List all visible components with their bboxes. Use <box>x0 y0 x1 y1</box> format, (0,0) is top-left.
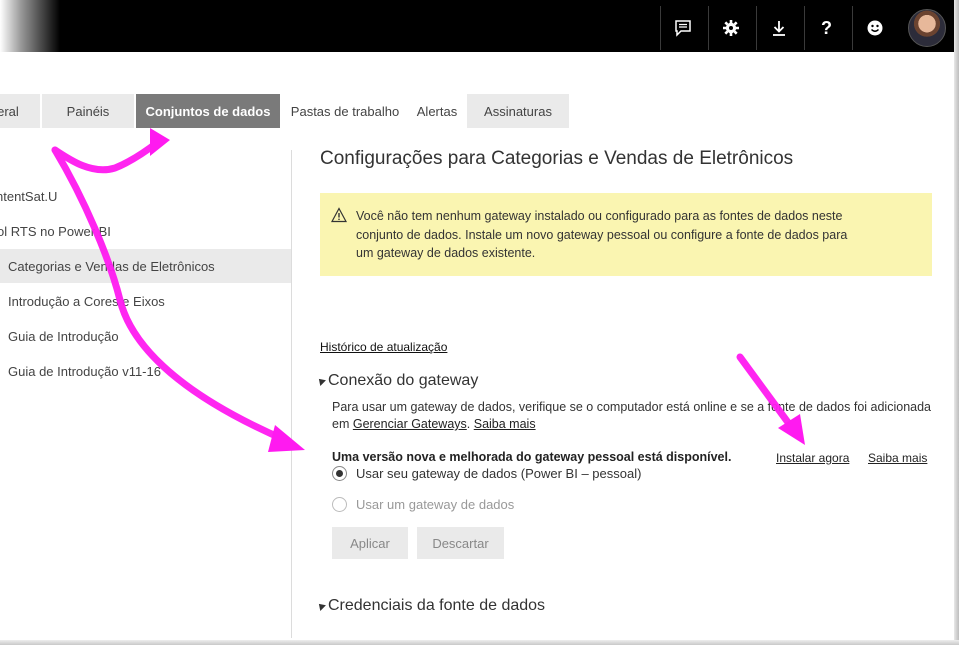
window-edge <box>954 0 959 645</box>
manage-gateways-link[interactable]: Gerenciar Gateways <box>353 417 467 431</box>
radio-label: Usar um gateway de dados <box>356 497 515 512</box>
gateway-connection-header[interactable]: Conexão do gateway <box>316 372 479 390</box>
sidebar-item-label: ntentSat.U <box>0 188 58 204</box>
discard-button[interactable]: Descartar <box>417 527 504 559</box>
divider <box>291 150 292 638</box>
radio-label: Usar seu gateway de dados (Power BI – pe… <box>356 466 642 481</box>
download-icon[interactable] <box>756 6 800 50</box>
sidebar-item-label: Guia de Introdução v11-16 <box>8 363 161 379</box>
sidebar-item-label: Guia de Introdução <box>8 328 119 344</box>
sidebar-item-rts[interactable]: ol RTS no Power BI <box>0 214 291 248</box>
description-line: em Gerenciar Gateways. Saiba mais <box>332 416 940 433</box>
warning-text: Você não tem nenhum gateway instalado ou… <box>356 207 916 263</box>
radio-checked-icon[interactable] <box>332 466 347 481</box>
arrowhead-icon <box>150 128 170 156</box>
collapse-triangle-icon <box>316 376 326 386</box>
sidebar-item-contentsat[interactable]: ntentSat.U <box>0 179 291 213</box>
sidebar-item-categorias-vendas[interactable]: Categorias e Vendas de Eletrônicos <box>0 249 291 283</box>
warning-line: Você não tem nenhum gateway instalado ou… <box>356 209 843 223</box>
tab-assinaturas[interactable]: Assinaturas <box>467 94 569 128</box>
arrowhead-icon <box>268 425 305 452</box>
gear-icon[interactable] <box>708 6 752 50</box>
collapse-triangle-icon <box>316 601 326 611</box>
top-bar: ? <box>0 0 954 52</box>
tab-label: Geral <box>0 103 19 119</box>
learn-more-link[interactable]: Saiba mais <box>474 417 536 431</box>
new-version-notice: Uma versão nova e melhorada do gateway p… <box>332 450 732 464</box>
avatar[interactable] <box>908 9 946 47</box>
description-prefix: em <box>332 417 353 431</box>
sidebar-item-guia-introducao[interactable]: Guia de Introdução <box>0 319 291 353</box>
radio-enterprise-gateway[interactable]: Usar um gateway de dados <box>332 497 514 512</box>
tab-paineis[interactable]: Painéis <box>42 94 134 128</box>
tab-conjuntos-de-dados[interactable]: Conjuntos de dados <box>136 94 280 128</box>
arrow-to-tab <box>51 138 162 174</box>
page-title: Configurações para Categorias e Vendas d… <box>320 148 794 169</box>
warning-icon <box>330 207 348 223</box>
credentials-header[interactable]: Credenciais da fonte de dados <box>316 597 546 615</box>
apply-button[interactable]: Aplicar <box>332 527 408 559</box>
sidebar-item-label: Categorias e Vendas de Eletrônicos <box>8 258 215 274</box>
radio-unchecked-icon[interactable] <box>332 497 347 512</box>
tab-geral[interactable]: Geral <box>0 94 40 128</box>
topbar-fade <box>0 0 60 52</box>
smiley-icon[interactable] <box>852 6 896 50</box>
description-line: Para usar um gateway de dados, verifique… <box>332 400 931 414</box>
tab-pastas-de-trabalho[interactable]: Pastas de trabalho <box>283 94 407 128</box>
sidebar-item-introducao-cores[interactable]: Introdução a Cores e Eixos <box>0 284 291 318</box>
install-now-link[interactable]: Instalar agora <box>776 451 849 465</box>
tab-alertas[interactable]: Alertas <box>409 94 465 128</box>
sidebar-item-label: ol RTS no Power BI <box>0 223 111 239</box>
radio-personal-gateway[interactable]: Usar seu gateway de dados (Power BI – pe… <box>332 466 641 481</box>
feedback-icon[interactable] <box>660 6 704 50</box>
help-icon[interactable]: ? <box>804 6 848 50</box>
section-title: Conexão do gateway <box>328 372 479 389</box>
window-edge <box>0 640 959 645</box>
warning-line: conjunto de dados. Instale um novo gatew… <box>356 227 848 242</box>
separator-text: . <box>466 417 474 431</box>
section-title: Credenciais da fonte de dados <box>328 597 546 614</box>
gateway-description: Para usar um gateway de dados, verifique… <box>332 399 940 433</box>
learn-more-link-2[interactable]: Saiba mais <box>868 451 927 465</box>
sidebar-item-guia-introducao-v11[interactable]: Guia de Introdução v11-16 <box>0 354 291 388</box>
refresh-history-link[interactable]: Histórico de atualização <box>320 340 447 354</box>
sidebar-item-label: Introdução a Cores e Eixos <box>8 293 165 309</box>
warning-line: um gateway de dados existente. <box>356 246 536 260</box>
